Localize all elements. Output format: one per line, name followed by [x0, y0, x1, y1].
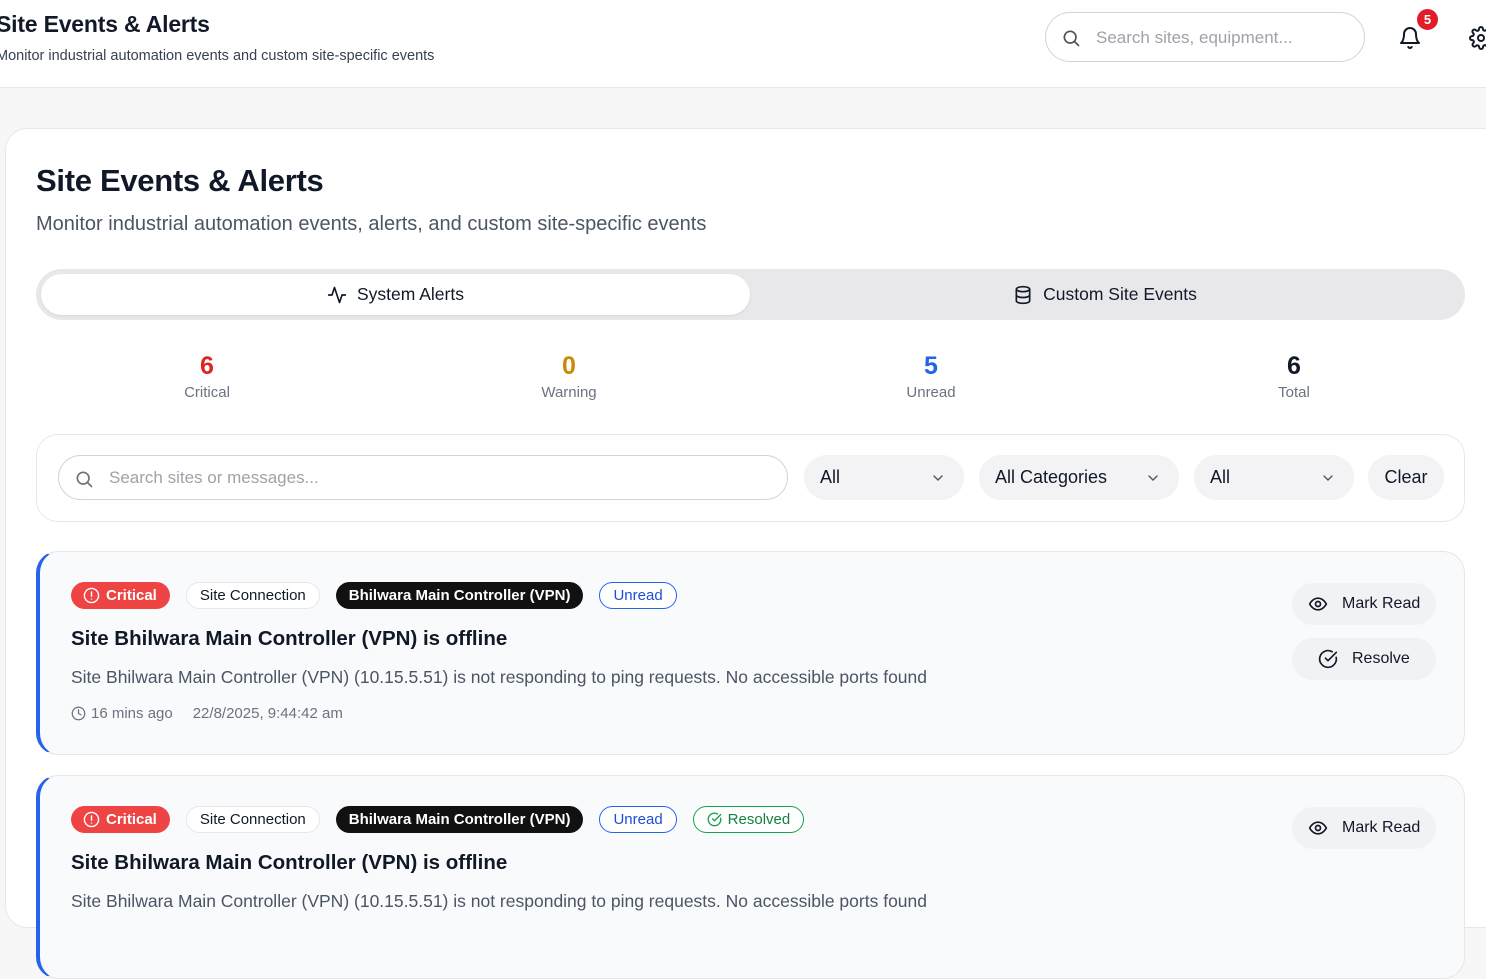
activity-icon — [327, 286, 347, 303]
stat-total: 6 Total — [1224, 351, 1364, 401]
gear-icon[interactable] — [1469, 26, 1486, 50]
stat-total-value: 6 — [1287, 352, 1301, 380]
alert-badges: Critical Site Connection Bhilwara Main C… — [71, 806, 805, 833]
alert-age: 16 mins ago — [71, 705, 173, 722]
stat-total-label: Total — [1278, 384, 1310, 401]
header-subtitle: Monitor industrial automation events and… — [0, 48, 435, 64]
severity-select-value: All — [820, 467, 841, 487]
severity-badge: Critical — [71, 806, 170, 833]
alert-circle-icon — [83, 587, 100, 604]
stat-unread: 5 Unread — [861, 351, 1001, 401]
notification-count-badge: 5 — [1415, 7, 1440, 32]
resolve-label: Resolve — [1352, 650, 1410, 667]
alert-message: Site Bhilwara Main Controller (VPN) (10.… — [71, 667, 927, 687]
clear-filters-button[interactable]: Clear — [1368, 455, 1444, 500]
check-circle-icon — [707, 812, 722, 827]
eye-icon — [1308, 597, 1328, 611]
stat-unread-value: 5 — [924, 352, 938, 380]
alert-circle-icon — [83, 811, 100, 828]
chevron-down-icon — [1323, 475, 1333, 481]
page-subtitle: Monitor industrial automation events, al… — [36, 213, 707, 235]
mark-read-label: Mark Read — [1342, 819, 1421, 836]
stat-warning-label: Warning — [541, 384, 597, 401]
unread-badge: Unread — [599, 582, 677, 609]
alert-timestamp: 22/8/2025, 9:44:42 am — [192, 705, 343, 722]
page-title: Site Events & Alerts — [36, 163, 324, 198]
alert-card: Critical Site Connection Bhilwara Main C… — [36, 551, 1465, 755]
global-search[interactable] — [1045, 12, 1365, 62]
stat-critical-value: 6 — [200, 352, 214, 380]
view-tabs: System Alerts Custom Site Events — [36, 269, 1465, 320]
resolved-badge: Resolved — [692, 806, 805, 833]
severity-label: Critical — [106, 811, 157, 828]
filter-bar: All All Categories All Clear — [36, 434, 1465, 522]
status-select[interactable]: All — [1194, 455, 1354, 500]
main-panel: Site Events & Alerts Monitor industrial … — [5, 128, 1486, 979]
alert-meta: 16 mins ago 22/8/2025, 9:44:42 am — [71, 705, 343, 722]
global-search-input[interactable] — [1096, 25, 1346, 51]
clock-icon — [71, 706, 86, 721]
alert-message: Site Bhilwara Main Controller (VPN) (10.… — [71, 891, 927, 911]
resolved-label: Resolved — [727, 811, 791, 828]
chevron-down-icon — [933, 475, 943, 481]
stat-warning: 0 Warning — [499, 351, 639, 401]
mark-read-button[interactable]: Mark Read — [1292, 583, 1436, 625]
stat-unread-label: Unread — [906, 384, 956, 401]
alert-title: Site Bhilwara Main Controller (VPN) is o… — [71, 627, 508, 650]
severity-select[interactable]: All — [804, 455, 964, 500]
eye-icon — [1308, 821, 1328, 835]
tab-label: System Alerts — [357, 284, 464, 304]
severity-badge: Critical — [71, 582, 170, 609]
category-select[interactable]: All Categories — [979, 455, 1179, 500]
stat-critical: 6 Critical — [137, 351, 277, 401]
stat-warning-value: 0 — [562, 352, 576, 380]
mark-read-label: Mark Read — [1342, 595, 1421, 612]
severity-label: Critical — [106, 587, 157, 604]
search-icon — [76, 471, 93, 488]
top-header: Site Events & Alerts Monitor industrial … — [0, 0, 1486, 88]
database-icon — [1015, 285, 1031, 304]
resolve-button[interactable]: Resolve — [1292, 638, 1436, 680]
alert-card: Critical Site Connection Bhilwara Main C… — [36, 775, 1465, 979]
mark-read-button[interactable]: Mark Read — [1292, 807, 1436, 849]
unread-badge: Unread — [599, 806, 677, 833]
alert-search[interactable] — [58, 455, 788, 500]
chevron-down-icon — [1148, 475, 1158, 481]
tab-custom-site-events[interactable]: Custom Site Events — [750, 274, 1460, 315]
status-select-value: All — [1210, 467, 1231, 487]
category-select-value: All Categories — [995, 467, 1108, 487]
search-icon — [1063, 30, 1080, 47]
alert-search-input[interactable] — [109, 466, 769, 490]
check-circle-icon — [1318, 649, 1338, 669]
alert-title: Site Bhilwara Main Controller (VPN) is o… — [71, 851, 508, 874]
category-badge: Site Connection — [185, 806, 320, 833]
bell-icon[interactable] — [1398, 26, 1422, 50]
site-badge: Bhilwara Main Controller (VPN) — [335, 582, 584, 609]
alert-age-text: 16 mins ago — [91, 705, 173, 722]
site-badge: Bhilwara Main Controller (VPN) — [335, 806, 584, 833]
alert-badges: Critical Site Connection Bhilwara Main C… — [71, 582, 677, 609]
header-title: Site Events & Alerts — [0, 11, 210, 37]
tab-label: Custom Site Events — [1043, 284, 1197, 304]
tab-system-alerts[interactable]: System Alerts — [41, 274, 750, 315]
category-badge: Site Connection — [185, 582, 320, 609]
stat-critical-label: Critical — [184, 384, 230, 401]
